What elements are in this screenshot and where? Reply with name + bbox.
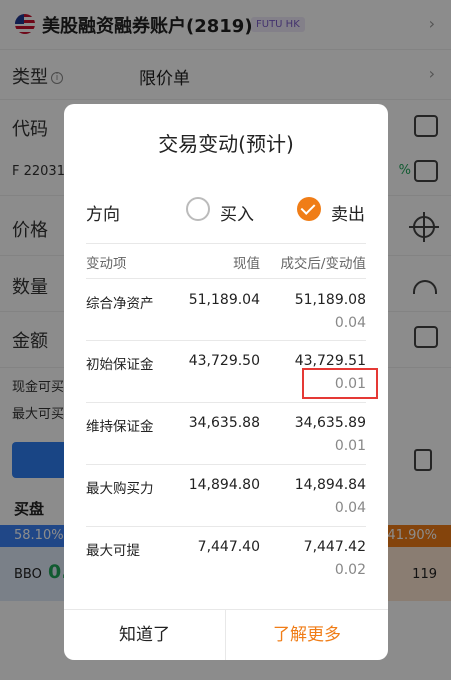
highlight-box bbox=[302, 368, 378, 399]
col-header-current: 现值 bbox=[233, 256, 260, 272]
dialog-title: 交易变动(预计) bbox=[158, 132, 294, 156]
ok-button[interactable]: 知道了 bbox=[64, 610, 226, 660]
row-diff: 0.04 bbox=[334, 500, 366, 516]
row-after: 43,729.51 bbox=[294, 353, 366, 369]
buy-radio-label[interactable]: 买入 bbox=[220, 200, 254, 225]
row-current: 7,447.40 bbox=[197, 539, 260, 555]
row-current: 34,635.88 bbox=[188, 415, 260, 431]
learn-more-button[interactable]: 了解更多 bbox=[226, 610, 388, 660]
divider bbox=[86, 340, 366, 341]
row-after: 34,635.89 bbox=[294, 415, 366, 431]
col-header-after: 成交后/变动值 bbox=[280, 256, 366, 272]
row-current: 14,894.80 bbox=[188, 477, 260, 493]
divider bbox=[86, 526, 366, 527]
divider bbox=[86, 243, 366, 244]
divider bbox=[86, 278, 366, 279]
row-after: 14,894.84 bbox=[294, 477, 366, 493]
row-diff: 0.01 bbox=[334, 438, 366, 454]
direction-label: 方向 bbox=[86, 205, 120, 225]
col-header-item: 变动项 bbox=[86, 256, 127, 272]
row-name: 最大购买力 bbox=[86, 481, 154, 497]
row-name: 最大可提 bbox=[86, 543, 140, 559]
sell-radio-checkmark-icon[interactable] bbox=[297, 197, 321, 221]
row-name: 维持保证金 bbox=[86, 419, 154, 435]
row-current: 43,729.50 bbox=[188, 353, 260, 369]
buy-radio[interactable] bbox=[186, 197, 210, 221]
row-diff: 0.04 bbox=[334, 315, 366, 331]
row-after: 7,447.42 bbox=[303, 539, 366, 555]
row-diff: 0.02 bbox=[334, 562, 366, 578]
divider bbox=[86, 464, 366, 465]
row-after: 51,189.08 bbox=[294, 292, 366, 308]
row-name: 综合净资产 bbox=[86, 296, 154, 312]
divider bbox=[86, 402, 366, 403]
row-current: 51,189.04 bbox=[188, 292, 260, 308]
dialog-footer: 知道了 了解更多 bbox=[64, 609, 388, 660]
sell-radio-label[interactable]: 卖出 bbox=[331, 200, 365, 225]
row-name: 初始保证金 bbox=[86, 357, 154, 373]
trade-change-dialog: 交易变动(预计) 方向 买入 卖出 变动项 现值 成交后/变动值 综合净资产 5… bbox=[64, 104, 388, 660]
